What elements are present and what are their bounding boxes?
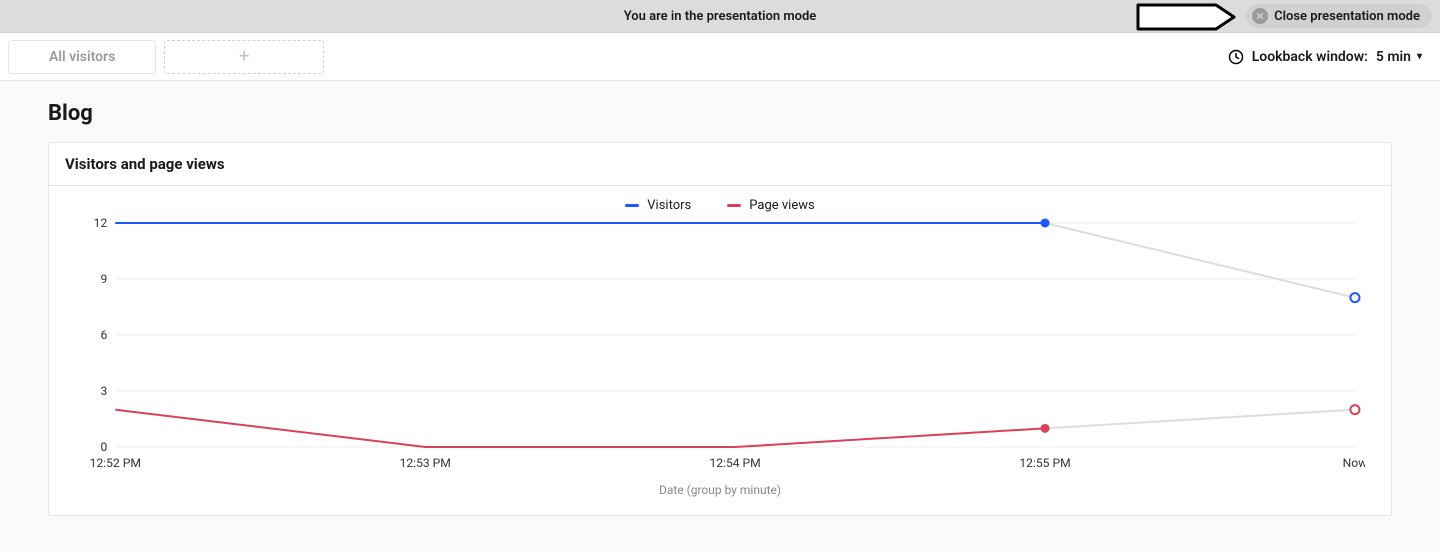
legend-item-visitors[interactable]: Visitors	[625, 198, 691, 213]
lookback-label: Lookback window:	[1252, 49, 1368, 65]
close-presentation-button[interactable]: ✕ Close presentation mode	[1246, 4, 1432, 28]
chart: 0 3 6 9 12 12:52 PM 12:53 PM 12:54 PM 12:55 PM No…	[75, 217, 1365, 477]
legend-label: Page views	[749, 198, 814, 213]
presentation-banner: You are in the presentation mode ✕ Close…	[0, 0, 1440, 33]
legend-label: Visitors	[647, 198, 691, 213]
content-area: Blog Visitors and page views Visitors Pa…	[0, 81, 1440, 551]
plus-icon: +	[239, 46, 249, 67]
add-tab-button[interactable]: +	[164, 40, 324, 74]
chevron-down-icon: ▾	[1417, 51, 1422, 62]
close-presentation-label: Close presentation mode	[1274, 9, 1420, 24]
lookback-value: 5 min	[1376, 49, 1411, 65]
tab-label: All visitors	[49, 49, 115, 65]
lookback-control: Lookback window: 5 min ▾	[1228, 49, 1432, 65]
svg-text:0: 0	[100, 440, 107, 454]
chart-legend: Visitors Page views	[75, 198, 1365, 213]
chart-card-title: Visitors and page views	[49, 143, 1391, 186]
svg-text:Now: Now	[1343, 456, 1365, 470]
tag-shape-decoration	[1136, 3, 1236, 29]
chart-card-body: Visitors Page views 0 3 6 9 12 12:52 PM 12:53 …	[49, 186, 1391, 515]
svg-text:12:55 PM: 12:55 PM	[1019, 456, 1070, 470]
banner-message: You are in the presentation mode	[624, 9, 817, 24]
svg-text:12:52 PM: 12:52 PM	[90, 456, 141, 470]
legend-swatch	[625, 204, 639, 207]
tab-all-visitors[interactable]: All visitors	[8, 40, 156, 74]
chart-x-axis-label: Date (group by minute)	[75, 483, 1365, 497]
svg-text:6: 6	[100, 328, 107, 342]
close-icon: ✕	[1252, 8, 1268, 24]
svg-text:9: 9	[100, 272, 107, 286]
page-title: Blog	[48, 101, 1392, 126]
tabs: All visitors +	[8, 40, 324, 74]
tab-row: All visitors + Lookback window: 5 min ▾	[0, 33, 1440, 81]
svg-text:12:53 PM: 12:53 PM	[400, 456, 451, 470]
svg-text:3: 3	[100, 384, 107, 398]
svg-text:12:54 PM: 12:54 PM	[709, 456, 760, 470]
lookback-select[interactable]: 5 min ▾	[1376, 49, 1422, 65]
clock-icon	[1228, 49, 1244, 65]
legend-item-pageviews[interactable]: Page views	[727, 198, 814, 213]
chart-card: Visitors and page views Visitors Page vi…	[48, 142, 1392, 516]
svg-text:12: 12	[94, 217, 108, 230]
legend-swatch	[727, 204, 741, 207]
